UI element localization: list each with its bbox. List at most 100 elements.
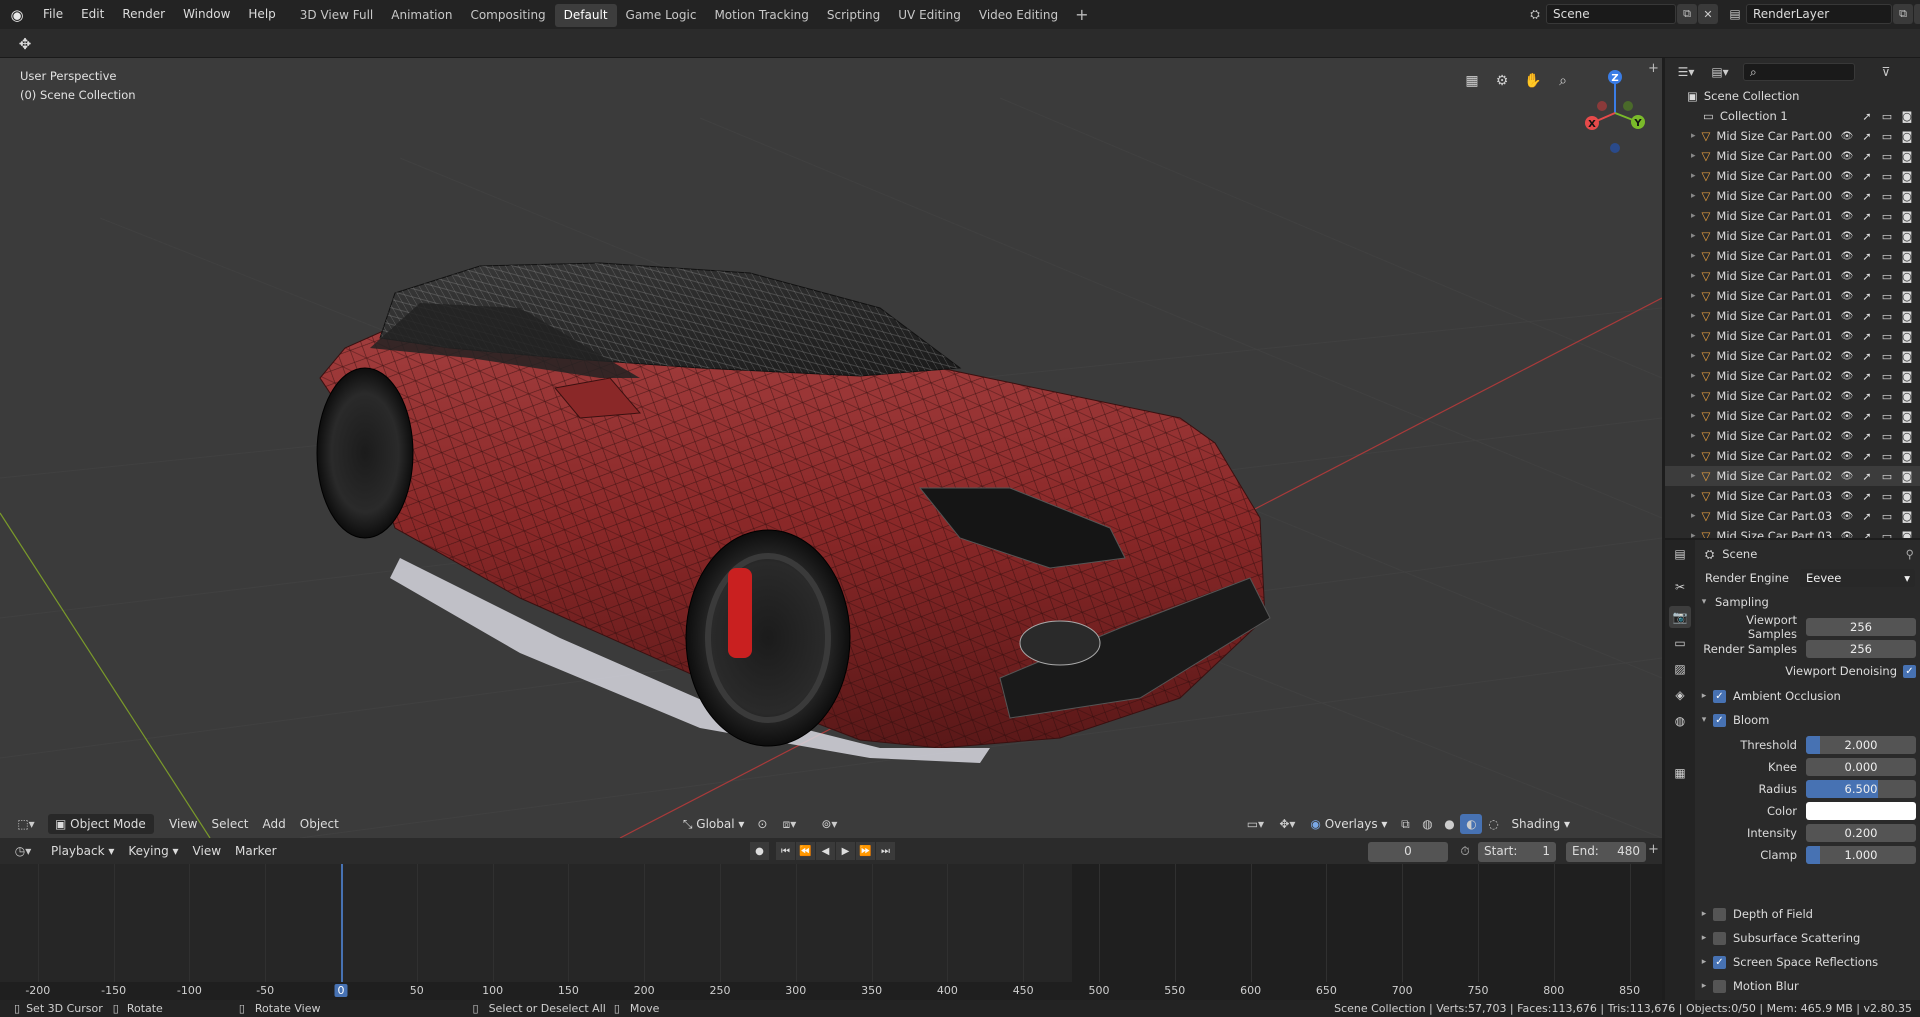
menu-file[interactable]: File xyxy=(34,0,72,29)
sss-checkbox[interactable]: ✓ xyxy=(1713,931,1726,945)
select-toggle-icon[interactable]: ➚ xyxy=(1858,188,1876,204)
jump-end-icon[interactable]: ⏭ xyxy=(876,842,895,860)
outliner-object-row[interactable]: ▸ ▽ Mid Size Car Part.00 👁 ➚ ▭ ◙ xyxy=(1665,186,1920,206)
render-toggle-icon[interactable]: ◙ xyxy=(1898,508,1916,524)
viewport-toggle-icon[interactable]: ▭ xyxy=(1878,388,1896,404)
pan-view-icon[interactable]: ✋ xyxy=(1522,70,1544,92)
viewport-toggle-icon[interactable]: ▭ xyxy=(1878,368,1896,384)
outliner-object-row[interactable]: ▸ ▽ Mid Size Car Part.02 👁 ➚ ▭ ◙ xyxy=(1665,386,1920,406)
menu-window[interactable]: Window xyxy=(174,0,239,29)
pin-icon[interactable]: ⚲ xyxy=(1906,547,1914,561)
tool-tab-icon[interactable]: ✂ xyxy=(1669,576,1691,598)
outliner-object-row[interactable]: ▸ ▽ Mid Size Car Part.02 👁 ➚ ▭ ◙ xyxy=(1665,406,1920,426)
viewport-toggle-icon[interactable]: ▭ xyxy=(1878,128,1896,144)
timeline-menu-keying[interactable]: Keying ▾ xyxy=(121,841,185,861)
viewport-toggle-icon[interactable]: ▭ xyxy=(1878,308,1896,324)
world-tab-icon[interactable]: ◍ xyxy=(1669,710,1691,732)
viewport-toggle-icon[interactable]: ▭ xyxy=(1878,228,1896,244)
render-toggle-icon[interactable]: ◙ xyxy=(1898,388,1916,404)
workspace-tab-uv-editing[interactable]: UV Editing xyxy=(889,4,970,27)
render-toggle-icon[interactable]: ◙ xyxy=(1898,248,1916,264)
render-samples-field[interactable]: 256 xyxy=(1806,640,1916,658)
outliner-scene-collection[interactable]: ▣ Scene Collection xyxy=(1665,86,1920,106)
expand-arrow-icon[interactable]: ▸ xyxy=(1691,431,1696,441)
outliner-object-row[interactable]: ▸ ▽ Mid Size Car Part.01 👁 ➚ ▭ ◙ xyxy=(1665,266,1920,286)
render-toggle-icon[interactable]: ◙ xyxy=(1898,148,1916,164)
expand-arrow-icon[interactable]: ▸ xyxy=(1691,251,1696,261)
camera-view-icon[interactable]: ⚙ xyxy=(1491,70,1513,92)
hide-eye-icon[interactable]: 👁 xyxy=(1838,268,1856,284)
scene-field[interactable]: Scene xyxy=(1546,4,1676,24)
outliner-object-row[interactable]: ▸ ▽ Mid Size Car Part.02 👁 ➚ ▭ ◙ xyxy=(1665,366,1920,386)
bloom-radius-field[interactable]: 6.500 xyxy=(1806,780,1916,798)
pivot-icon[interactable]: ⊙ xyxy=(751,814,773,834)
3d-viewport[interactable]: User Perspective (0) Scene Collection ▦ … xyxy=(0,58,1662,838)
viewport-menu-view[interactable]: View xyxy=(162,814,204,834)
motion-blur-checkbox[interactable]: ✓ xyxy=(1713,979,1726,993)
hide-eye-icon[interactable]: 👁 xyxy=(1838,388,1856,404)
select-toggle-icon[interactable]: ➚ xyxy=(1858,528,1876,539)
outliner-object-row[interactable]: ▸ ▽ Mid Size Car Part.01 👁 ➚ ▭ ◙ xyxy=(1665,246,1920,266)
outliner-object-row[interactable]: ▸ ▽ Mid Size Car Part.01 👁 ➚ ▭ ◙ xyxy=(1665,226,1920,246)
delete-scene-icon[interactable]: ✕ xyxy=(1698,4,1718,24)
depth-of-field-header[interactable]: ▸ ✓ Depth of Field xyxy=(1695,904,1920,924)
render-layer-icon[interactable]: ▤ xyxy=(1724,4,1746,24)
preview-range-icon[interactable]: ⏱ xyxy=(1454,841,1476,861)
solid-shading-icon[interactable]: ● xyxy=(1438,814,1460,834)
select-toggle-icon[interactable]: ➚ xyxy=(1858,228,1876,244)
expand-arrow-icon[interactable]: ▸ xyxy=(1691,491,1696,501)
expand-arrow-icon[interactable]: ▸ xyxy=(1691,511,1696,521)
hide-eye-icon[interactable]: 👁 xyxy=(1838,288,1856,304)
render-toggle-icon[interactable]: ◙ xyxy=(1898,308,1916,324)
select-toggle-icon[interactable]: ➚ xyxy=(1858,508,1876,524)
outliner-collection[interactable]: ▭ Collection 1 ➚ ▭ ◙ xyxy=(1665,106,1920,126)
play-reverse-icon[interactable]: ◀ xyxy=(816,842,835,860)
select-toggle-icon[interactable]: ➚ xyxy=(1858,448,1876,464)
workspace-tab-game-logic[interactable]: Game Logic xyxy=(617,4,706,27)
workspace-tab-scripting[interactable]: Scripting xyxy=(818,4,889,27)
select-toggle-icon[interactable]: ➚ xyxy=(1858,468,1876,484)
viewport-toggle-icon[interactable]: ▭ xyxy=(1878,348,1896,364)
jump-keyframe-forward-icon[interactable]: ⏩ xyxy=(856,842,875,860)
hide-eye-icon[interactable]: 👁 xyxy=(1838,428,1856,444)
render-toggle-icon[interactable]: ◙ xyxy=(1898,408,1916,424)
render-toggle-icon[interactable]: ◙ xyxy=(1898,468,1916,484)
viewport-toggle-icon[interactable]: ▭ xyxy=(1878,328,1896,344)
expand-arrow-icon[interactable]: ▸ xyxy=(1691,171,1696,181)
texture-tab-icon[interactable]: ▦ xyxy=(1669,762,1691,784)
render-toggle-icon[interactable]: ◙ xyxy=(1898,108,1916,124)
outliner-object-row[interactable]: ▸ ▽ Mid Size Car Part.03 👁 ➚ ▭ ◙ xyxy=(1665,526,1920,538)
render-toggle-icon[interactable]: ◙ xyxy=(1898,228,1916,244)
bloom-color-field[interactable] xyxy=(1806,802,1916,820)
select-toggle-icon[interactable]: ➚ xyxy=(1858,288,1876,304)
bloom-clamp-field[interactable]: 1.000 xyxy=(1806,846,1916,864)
select-toggle-icon[interactable]: ➚ xyxy=(1858,108,1876,124)
scene-icon[interactable]: ⛭ xyxy=(1524,4,1546,24)
current-frame-field[interactable]: 0 xyxy=(1368,842,1448,862)
hide-eye-icon[interactable]: 👁 xyxy=(1838,328,1856,344)
navigation-gizmo[interactable]: Z Y X xyxy=(1580,68,1650,158)
render-tab-icon[interactable]: 📷 xyxy=(1669,606,1691,628)
select-toggle-icon[interactable]: ➚ xyxy=(1858,208,1876,224)
orientation-dropdown[interactable]: ⤡ Global ▾ xyxy=(676,814,752,834)
ssr-header[interactable]: ▸ ✓ Screen Space Reflections xyxy=(1695,952,1920,972)
outliner-object-row[interactable]: ▸ ▽ Mid Size Car Part.01 👁 ➚ ▭ ◙ xyxy=(1665,306,1920,326)
hide-eye-icon[interactable]: 👁 xyxy=(1838,228,1856,244)
outliner-object-row[interactable]: ▸ ▽ Mid Size Car Part.00 👁 ➚ ▭ ◙ xyxy=(1665,126,1920,146)
viewport-toggle-icon[interactable]: ▭ xyxy=(1878,188,1896,204)
outliner-type-icon[interactable]: ☰▾ xyxy=(1671,62,1701,82)
outliner-object-row[interactable]: ▸ ▽ Mid Size Car Part.01 👁 ➚ ▭ ◙ xyxy=(1665,206,1920,226)
select-toggle-icon[interactable]: ➚ xyxy=(1858,488,1876,504)
playhead-line[interactable] xyxy=(341,864,343,984)
hide-eye-icon[interactable]: 👁 xyxy=(1838,368,1856,384)
select-toggle-icon[interactable]: ➚ xyxy=(1858,248,1876,264)
hide-eye-icon[interactable]: 👁 xyxy=(1838,148,1856,164)
expand-arrow-icon[interactable]: ▸ xyxy=(1691,311,1696,321)
menu-edit[interactable]: Edit xyxy=(72,0,113,29)
viewport-toggle-icon[interactable]: ▭ xyxy=(1878,488,1896,504)
outliner-object-row[interactable]: ▸ ▽ Mid Size Car Part.02 👁 ➚ ▭ ◙ xyxy=(1665,446,1920,466)
timeline-menu-playback[interactable]: Playback ▾ xyxy=(44,841,121,861)
transform-tool-icon[interactable]: ✥ xyxy=(12,33,38,55)
hide-eye-icon[interactable]: 👁 xyxy=(1838,508,1856,524)
viewport-toggle-icon[interactable]: ▭ xyxy=(1878,108,1896,124)
